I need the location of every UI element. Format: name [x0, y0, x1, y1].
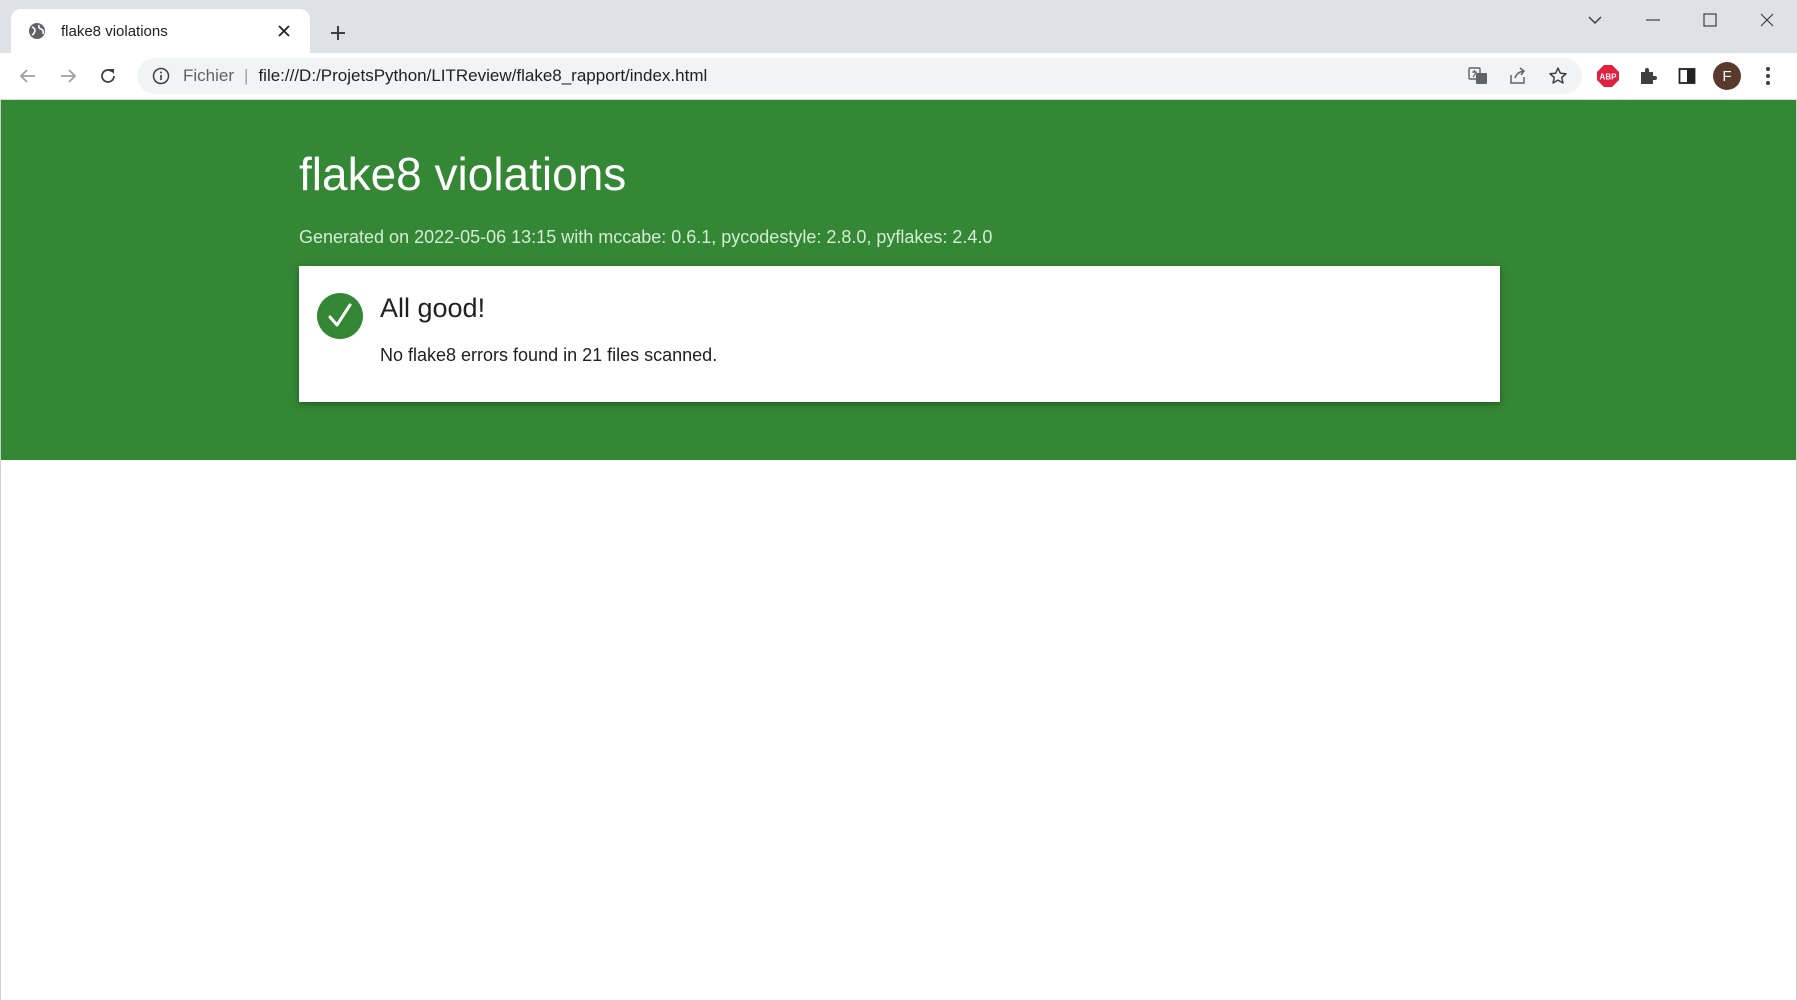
- page-title: flake8 violations: [299, 148, 627, 200]
- close-window-icon[interactable]: [1743, 0, 1791, 40]
- url-text[interactable]: file:///D:/ProjetsPython/LITReview/flake…: [258, 66, 707, 86]
- site-info-icon[interactable]: [149, 64, 173, 88]
- abp-badge-label: ABP: [1600, 73, 1618, 82]
- tab-title: flake8 violations: [61, 22, 168, 40]
- generated-info: Generated on 2022-05-06 13:15 with mccab…: [299, 227, 993, 247]
- tab-search-icon[interactable]: [1571, 0, 1619, 40]
- translate-icon[interactable]: [1460, 58, 1496, 94]
- address-bar[interactable]: Fichier | file:///D:/ProjetsPython/LITRe…: [137, 58, 1582, 94]
- adblock-extension-icon[interactable]: ABP: [1590, 58, 1626, 94]
- tab-strip: flake8 violations: [0, 0, 1797, 53]
- profile-initial: F: [1713, 62, 1741, 90]
- page-content: flake8 violations Generated on 2022-05-0…: [0, 100, 1797, 1000]
- browser-tab[interactable]: flake8 violations: [11, 9, 310, 53]
- reload-icon[interactable]: [90, 58, 126, 94]
- globe-icon: [27, 21, 47, 41]
- result-card: All good! No flake8 errors found in 21 f…: [299, 266, 1500, 402]
- result-message: No flake8 errors found in 21 files scann…: [380, 345, 718, 365]
- extensions-puzzle-icon[interactable]: [1630, 58, 1666, 94]
- minimize-icon[interactable]: [1629, 0, 1677, 40]
- result-heading: All good!: [380, 293, 486, 323]
- back-arrow-icon[interactable]: [10, 58, 46, 94]
- browser-toolbar: Fichier | file:///D:/ProjetsPython/LITRe…: [0, 53, 1797, 100]
- maximize-icon[interactable]: [1686, 0, 1734, 40]
- side-panel-icon[interactable]: [1669, 58, 1705, 94]
- forward-arrow-icon[interactable]: [50, 58, 86, 94]
- bookmark-star-icon[interactable]: [1540, 58, 1576, 94]
- menu-kebab-icon[interactable]: [1750, 58, 1786, 94]
- profile-avatar[interactable]: F: [1709, 58, 1745, 94]
- close-tab-icon[interactable]: [272, 19, 296, 43]
- share-icon[interactable]: [1500, 58, 1536, 94]
- report-header: flake8 violations Generated on 2022-05-0…: [1, 100, 1796, 460]
- checkmark-icon: [317, 293, 363, 339]
- scheme-separator: |: [244, 66, 249, 85]
- scheme-label: Fichier: [183, 66, 235, 85]
- new-tab-button[interactable]: [322, 17, 354, 49]
